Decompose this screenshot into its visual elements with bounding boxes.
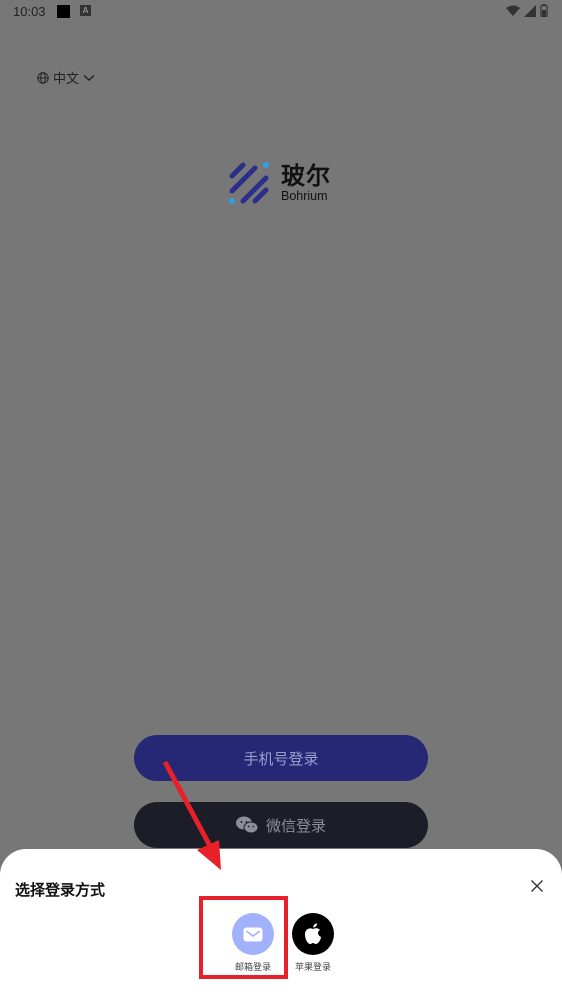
chevron-down-icon <box>83 74 95 81</box>
apple-login-label: 苹果登录 <box>294 963 331 973</box>
phone-login-button[interactable]: 手机号登录 <box>134 735 428 781</box>
status-time: 10:03 <box>13 4 46 19</box>
apple-login-option[interactable]: 苹果登录 <box>283 913 343 973</box>
highlight-box <box>199 896 288 979</box>
notification-icon <box>57 5 70 18</box>
apple-icon <box>305 923 321 944</box>
wechat-icon <box>235 816 258 834</box>
apple-login-circle[interactable] <box>292 913 334 955</box>
status-bar: 10:03 A <box>0 0 562 24</box>
signal-icon <box>524 4 536 17</box>
wifi-icon <box>506 5 520 16</box>
bohrium-logo-icon <box>229 162 269 204</box>
status-icons <box>506 4 548 17</box>
bohrium-logo: 玻尔 Bohrium <box>229 162 331 204</box>
brand-name-cn: 玻尔 <box>281 162 331 190</box>
wechat-login-button[interactable]: 微信登录 <box>134 802 428 848</box>
language-selector[interactable]: 中文 <box>37 68 95 87</box>
globe-icon <box>37 71 49 84</box>
close-icon[interactable] <box>530 879 544 893</box>
sheet-title: 选择登录方式 <box>15 881 106 899</box>
brand-name-en: Bohrium <box>281 189 328 203</box>
battery-icon <box>540 4 548 17</box>
app-notification-icon: A <box>80 5 91 16</box>
phone-login-label: 手机号登录 <box>243 749 319 768</box>
language-label: 中文 <box>53 72 80 87</box>
wechat-login-label: 微信登录 <box>265 816 326 835</box>
